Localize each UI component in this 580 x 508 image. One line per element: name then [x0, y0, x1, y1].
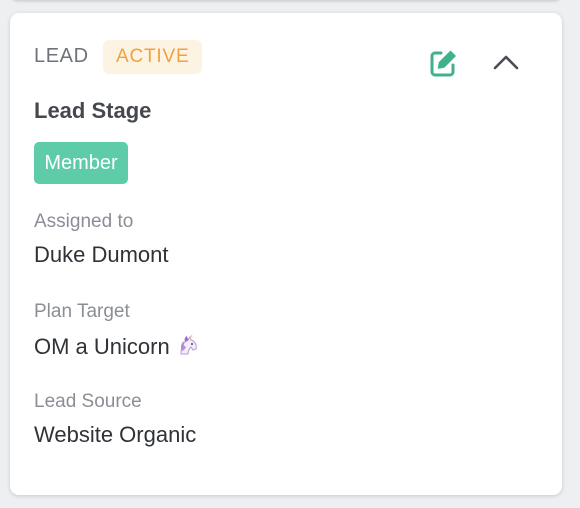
lead-source-value: Website Organic: [34, 422, 197, 447]
collapse-button[interactable]: [491, 50, 521, 74]
plan-target-label: Plan Target: [34, 301, 130, 322]
edit-button[interactable]: [428, 48, 458, 78]
lead-card: LEAD ACTIVE Lead Stage Member Assigned t…: [10, 13, 562, 495]
assigned-to-value: Duke Dumont: [34, 242, 169, 267]
lead-source-label: Lead Source: [34, 391, 142, 412]
lead-stage-pill: Member: [34, 142, 128, 184]
edit-icon: [430, 50, 456, 77]
status-badge: ACTIVE: [103, 40, 203, 74]
plan-target-value: OM a Unicorn: [34, 334, 170, 359]
unicorn-icon: [176, 333, 200, 362]
assigned-to-label: Assigned to: [34, 211, 134, 232]
plan-target-row: OM a Unicorn: [34, 333, 200, 362]
chevron-up-icon: [493, 55, 519, 70]
lead-stage-title: Lead Stage: [34, 98, 152, 123]
card-header-label: LEAD: [34, 45, 89, 67]
